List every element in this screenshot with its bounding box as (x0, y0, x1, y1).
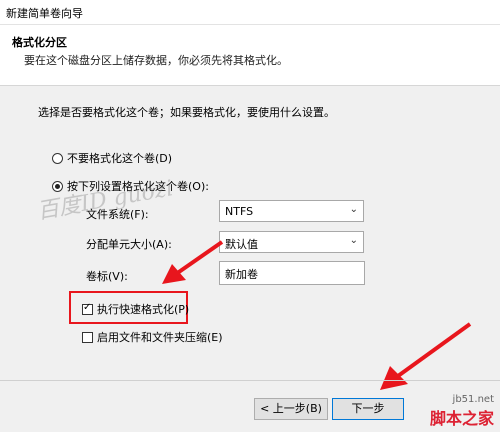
title-bar: 新建简单卷向导 (0, 0, 500, 25)
compress-label: 启用文件和文件夹压缩(E) (97, 331, 223, 344)
fs-select-value: NTFS (225, 205, 254, 218)
chevron-down-icon: ⌄ (349, 204, 358, 215)
back-button[interactable]: < 上一步(B) (254, 398, 328, 420)
vol-label: 卷标(V): (86, 270, 128, 283)
annotation-arrow-icon (162, 240, 224, 284)
alloc-select[interactable]: 默认值 ⌄ (219, 231, 364, 253)
footer-divider (0, 380, 500, 381)
compress-box[interactable] (82, 331, 93, 343)
compress-checkbox[interactable]: 启用文件和文件夹压缩(E) (82, 329, 223, 345)
radio-no-format[interactable]: 不要格式化这个卷(D) (52, 150, 172, 166)
quick-format-label: 执行快速格式化(P) (97, 303, 190, 316)
radio-no-format-label: 不要格式化这个卷(D) (67, 152, 173, 165)
annotation-arrow-icon (380, 322, 472, 390)
vol-input[interactable]: 新加卷 (219, 261, 365, 285)
fs-select[interactable]: NTFS ⌄ (219, 200, 364, 222)
wizard-header: 格式化分区 要在这个磁盘分区上储存数据，你必须先将其格式化。 (0, 25, 500, 86)
site-name: 脚本之家 (429, 409, 494, 428)
quick-format-checkbox[interactable]: 执行快速格式化(P) (82, 301, 189, 317)
site-url: jb51.net (452, 394, 494, 405)
site-watermark: jb51.net 脚本之家 (430, 394, 494, 429)
intro-text: 选择是否要格式化这个卷；如果要格式化，要使用什么设置。 (38, 106, 335, 119)
radio-no-format-circle[interactable] (52, 152, 63, 164)
quick-format-box[interactable] (82, 302, 93, 315)
fs-label: 文件系统(F): (86, 208, 149, 221)
window-title: 新建简单卷向导 (6, 7, 83, 20)
next-button[interactable]: 下一步 (332, 398, 404, 420)
header-title: 格式化分区 (12, 36, 67, 49)
chevron-down-icon: ⌄ (349, 235, 358, 246)
header-subtitle: 要在这个磁盘分区上储存数据，你必须先将其格式化。 (24, 54, 288, 67)
